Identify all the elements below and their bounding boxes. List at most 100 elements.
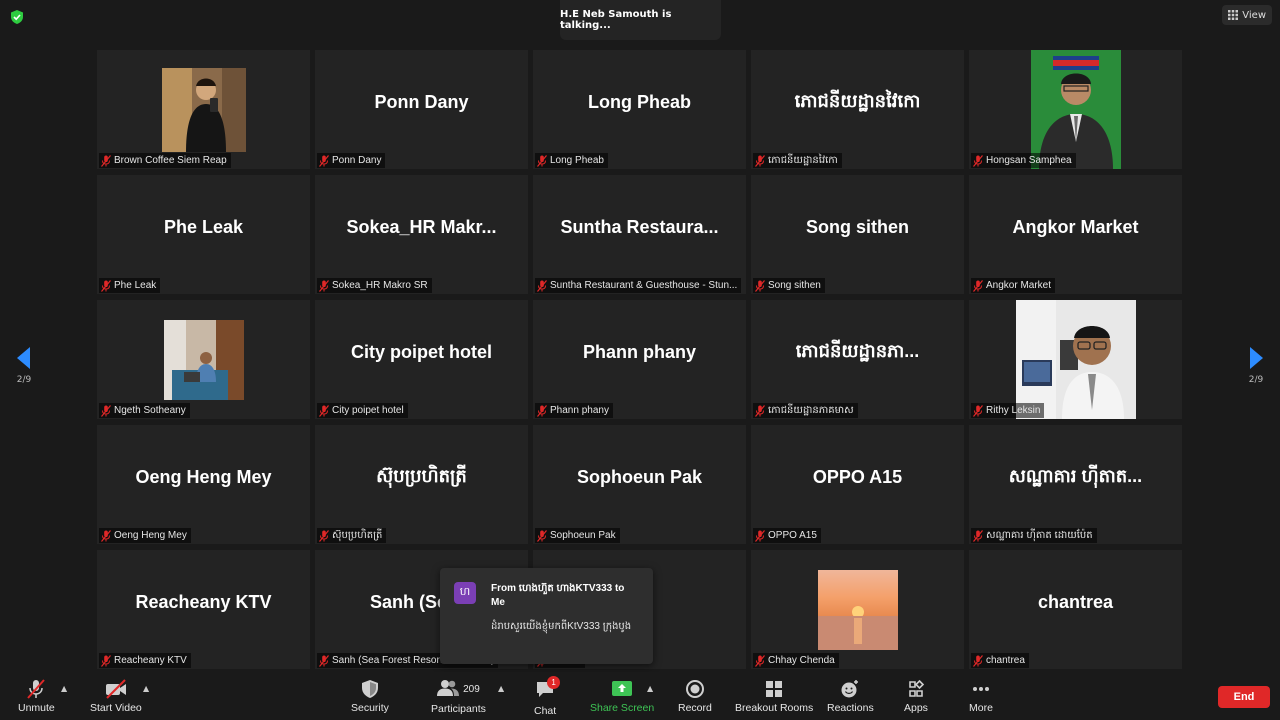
- chat-from-line: From ហេងហ៊ួត ហាងKTV333 to Me: [491, 583, 625, 608]
- start-video-button[interactable]: Start Video: [90, 679, 142, 714]
- participant-tile[interactable]: Brown Coffee Siem Reap: [97, 50, 310, 169]
- participant-tile[interactable]: Oeng Heng Mey Oeng Heng Mey: [97, 425, 310, 544]
- participant-name-text: Suntha Restaurant & Guesthouse - Stun...: [550, 280, 738, 291]
- participant-tile[interactable]: Rithy Leksin: [969, 300, 1182, 419]
- participant-name-text: Ponn Dany: [332, 155, 382, 166]
- mic-muted-icon: [755, 654, 765, 667]
- mic-muted-icon: [973, 654, 983, 667]
- participant-name-text: Long Pheab: [550, 155, 604, 166]
- participant-name-label: Sokea_HR Makro SR: [317, 278, 432, 293]
- participant-tile[interactable]: City poipet hotel City poipet hotel: [315, 300, 528, 419]
- participant-name-text: Oeng Heng Mey: [114, 530, 187, 541]
- end-meeting-button[interactable]: End: [1218, 686, 1270, 708]
- participant-tile[interactable]: Sophoeun Pak Sophoeun Pak: [533, 425, 746, 544]
- apps-label: Apps: [904, 702, 928, 714]
- participant-name-text: Hongsan Samphea: [986, 155, 1072, 166]
- participant-tile[interactable]: Angkor Market Angkor Market: [969, 175, 1182, 294]
- record-button[interactable]: Record: [678, 679, 712, 714]
- next-page-button[interactable]: 2/9: [1243, 347, 1269, 385]
- breakout-rooms-label: Breakout Rooms: [735, 702, 814, 714]
- breakout-rooms-button[interactable]: Breakout Rooms: [735, 679, 813, 714]
- participant-name-text: Sophoeun Pak: [550, 530, 616, 541]
- participants-button[interactable]: 209 Participants: [431, 679, 486, 715]
- smiley-add-icon: [841, 680, 859, 698]
- previous-page-button[interactable]: 2/9: [11, 347, 37, 385]
- participant-tile[interactable]: ភោជនីយដ្ឋានវៃកោ ភោជនីយដ្ឋានវៃកោ: [751, 50, 964, 169]
- video-options-caret-icon[interactable]: ▲: [143, 684, 149, 693]
- participant-name-label: Angkor Market: [971, 278, 1056, 293]
- participant-display-name: City poipet hotel: [351, 342, 492, 362]
- view-button[interactable]: View: [1222, 5, 1272, 25]
- participant-display-name: Reacheany KTV: [135, 592, 272, 612]
- participants-count: 209: [463, 684, 480, 695]
- mic-muted-icon: [973, 404, 983, 417]
- share-options-caret-icon[interactable]: ▲: [647, 684, 653, 693]
- unmute-button[interactable]: Unmute: [18, 679, 55, 714]
- chat-label: Chat: [534, 705, 557, 717]
- apps-icon: [909, 679, 925, 697]
- share-screen-button[interactable]: Share Screen: [590, 679, 654, 714]
- participant-tile[interactable]: Long Pheab Long Pheab: [533, 50, 746, 169]
- participant-name-label: ស៊ុបប្រហិតត្រី: [317, 528, 387, 543]
- participant-tile[interactable]: Hongsan Samphea: [969, 50, 1182, 169]
- shield-icon: [361, 680, 378, 698]
- participant-name-label: ភោជនីយដ្ឋានវៃកោ: [753, 153, 842, 168]
- record-label: Record: [678, 702, 712, 714]
- participant-tile[interactable]: Suntha Restaura... Suntha Restaurant & Gu…: [533, 175, 746, 294]
- security-button[interactable]: Security: [351, 679, 389, 714]
- participant-display-name: Phe Leak: [163, 217, 244, 237]
- apps-button[interactable]: Apps: [904, 679, 928, 714]
- participant-video-image: [1030, 50, 1121, 169]
- participant-name-label: ភោជនីយដ្ឋានភាគមាស: [753, 403, 858, 418]
- participant-name-label: Sophoeun Pak: [535, 528, 620, 543]
- participant-video-image: [1015, 300, 1136, 419]
- participant-name-text: Rithy Leksin: [986, 405, 1041, 416]
- participant-name-label: Reacheany KTV: [99, 653, 191, 668]
- participant-tile[interactable]: Chhay Chenda: [751, 550, 964, 669]
- participant-tile[interactable]: chantrea chantrea: [969, 550, 1182, 669]
- participant-name-text: Angkor Market: [986, 280, 1052, 291]
- mic-muted-icon: [101, 154, 111, 167]
- participant-name-text: សណ្ឋាគារ ហុីតាត ដោយប៉ែត: [986, 530, 1093, 541]
- participant-name-label: Rithy Leksin: [971, 403, 1045, 418]
- chat-button[interactable]: 1 Chat: [534, 676, 561, 717]
- more-button[interactable]: More: [969, 679, 993, 714]
- participant-tile[interactable]: សណ្ឋាគារ ហុីតាត... សណ្ឋាគារ ហុីតាត ដោយប៉ែ…: [969, 425, 1182, 544]
- breakout-rooms-icon: [766, 681, 783, 697]
- chat-notification[interactable]: ហ From ហេងហ៊ួត ហាងKTV333 to Me ដំរាបសួរយ…: [440, 568, 653, 664]
- participant-tile[interactable]: Phann phany Phann phany: [533, 300, 746, 419]
- participant-name-text: Ngeth Sotheany: [114, 405, 186, 416]
- reactions-button[interactable]: Reactions: [827, 679, 874, 714]
- participant-name-text: Sokea_HR Makro SR: [332, 280, 428, 291]
- participant-tile[interactable]: OPPO A15 OPPO A15: [751, 425, 964, 544]
- participant-tile[interactable]: Ponn Dany Ponn Dany: [315, 50, 528, 169]
- arrow-right-icon: [1250, 347, 1263, 369]
- mic-muted-icon: [755, 279, 765, 292]
- security-shield-icon[interactable]: [9, 9, 25, 25]
- participant-name-label: Chhay Chenda: [753, 653, 839, 668]
- grid-view-icon: [1228, 10, 1239, 20]
- reactions-label: Reactions: [827, 702, 874, 714]
- participant-display-name: សណ្ឋាគារ ហុីតាត...: [1008, 466, 1143, 486]
- participants-options-caret-icon[interactable]: ▲: [498, 684, 504, 693]
- participant-name-label: OPPO A15: [753, 528, 821, 543]
- participant-tile[interactable]: Song sithen Song sithen: [751, 175, 964, 294]
- participants-icon: [437, 680, 460, 696]
- chat-unread-badge: 1: [547, 676, 561, 689]
- participant-tile[interactable]: Reacheany KTV Reacheany KTV: [97, 550, 310, 669]
- record-icon: [685, 680, 704, 698]
- participant-tile[interactable]: ភោជនីយដ្ឋានភា... ភោជនីយដ្ឋានភាគមាស: [751, 300, 964, 419]
- share-screen-label: Share Screen: [590, 702, 655, 714]
- participants-label: Participants: [431, 703, 486, 715]
- participant-display-name: ភោជនីយដ្ឋានវៃកោ: [794, 91, 921, 111]
- active-speaker-banner: H.E Neb Samouth is talking...: [560, 0, 721, 40]
- participant-name-label: Hongsan Samphea: [971, 153, 1076, 168]
- mic-muted-icon: [319, 404, 329, 417]
- participant-name-label: City poipet hotel: [317, 403, 408, 418]
- participant-tile[interactable]: Ngeth Sotheany: [97, 300, 310, 419]
- audio-options-caret-icon[interactable]: ▲: [61, 684, 67, 693]
- participant-tile[interactable]: Sokea_HR Makr... Sokea_HR Makro SR: [315, 175, 528, 294]
- participant-tile[interactable]: ស៊ុបប្រហិតត្រី ស៊ុបប្រហិតត្រី: [315, 425, 528, 544]
- participant-tile[interactable]: Phe Leak Phe Leak: [97, 175, 310, 294]
- sender-avatar: ហ: [454, 582, 476, 604]
